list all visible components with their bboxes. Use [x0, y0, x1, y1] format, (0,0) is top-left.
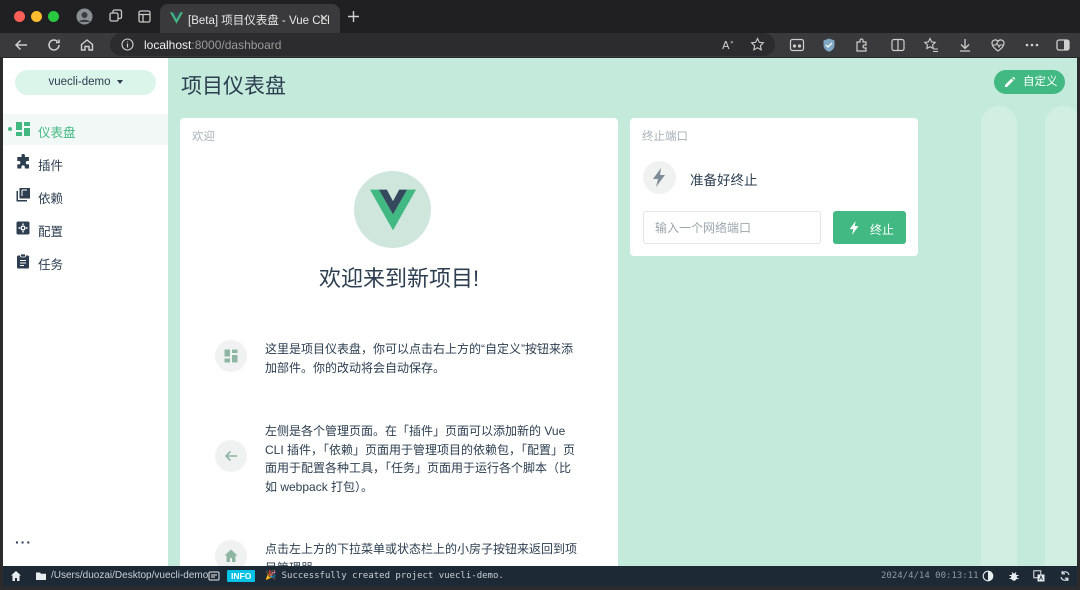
background-stripe [981, 106, 1017, 566]
sidebar-item-tasks[interactable]: 任务 [3, 246, 168, 277]
sidebar-item-dashboard[interactable]: 仪表盘 [3, 114, 168, 145]
sidebar-item-dependencies[interactable]: 依赖 [3, 180, 168, 211]
more-options-icon[interactable] [1023, 36, 1041, 54]
settings-icon [16, 221, 30, 235]
kill-button[interactable]: 终止 [833, 211, 906, 244]
project-select[interactable]: vuecli-demo [15, 70, 156, 95]
read-aloud-icon[interactable]: A» [721, 37, 737, 52]
minimize-window-button[interactable] [31, 11, 42, 22]
zoom-window-button[interactable] [48, 11, 59, 22]
last-log-message[interactable]: 🎉 Successfully created project vuecli-de… [265, 566, 504, 586]
favorite-star-icon[interactable] [750, 37, 765, 52]
vue-favicon-icon [170, 12, 183, 24]
bug-report-icon[interactable] [1008, 570, 1020, 582]
sidebar-item-configuration[interactable]: 配置 [3, 213, 168, 244]
dashboard-icon [224, 349, 238, 363]
tip-text: 左侧是各个管理页面。在「插件」页面可以添加新的 Vue CLI 插件，「依赖」页… [265, 424, 576, 494]
workspaces-icon[interactable] [107, 8, 124, 25]
log-timestamp: 2024/4/14 00:13:11 [881, 571, 979, 581]
widget-title: 终止端口 [642, 131, 688, 143]
caret-down-icon [116, 79, 123, 84]
log-level-badge: INFO [227, 570, 256, 582]
close-window-button[interactable] [14, 11, 25, 22]
console-icon[interactable] [208, 570, 220, 582]
extension-reader-icon[interactable] [788, 36, 806, 54]
sidebar-item-label: 配置 [38, 225, 64, 239]
sidebar-item-label: 任务 [38, 258, 64, 272]
background-stripe [1045, 106, 1077, 566]
kill-button-label: 终止 [870, 223, 895, 237]
extension-shield-icon[interactable] [820, 36, 838, 54]
svg-text:»: » [730, 39, 734, 46]
port-input[interactable] [643, 211, 821, 244]
window-bottom-edge [0, 586, 1080, 590]
performance-heart-icon[interactable] [989, 36, 1007, 54]
dashboard-icon [16, 122, 30, 136]
arrow-left-icon [224, 450, 237, 462]
downloads-icon[interactable] [956, 36, 974, 54]
page-title: 项目仪表盘 [181, 75, 286, 98]
page-header: 项目仪表盘 自定义 [168, 58, 1077, 106]
translate-icon[interactable] [1033, 570, 1045, 582]
tip-text: 这里是项目仪表盘，你可以点击右上方的“自定义”按钮来添加部件。你的改动将会自动保… [265, 342, 573, 375]
back-icon[interactable] [12, 36, 30, 54]
welcome-heading: 欢迎来到新项目! [318, 266, 480, 291]
tip-icon-wrap [215, 340, 247, 372]
vue-logo [354, 171, 431, 248]
url-path: :8000/dashboard [191, 38, 282, 52]
sidebar: vuecli-demo 仪表盘 插件 依赖 配置 任务 ··· [3, 58, 168, 566]
browser-toolbar: localhost:8000/dashboard A» [0, 33, 1080, 57]
address-bar[interactable]: localhost:8000/dashboard A» [110, 33, 775, 56]
tip-text: 点击左上方的下拉菜单或状态栏上的小房子按钮来返回到项目管理器。 [265, 542, 578, 566]
refresh-icon[interactable] [1059, 570, 1071, 582]
tip-icon-wrap [215, 540, 247, 566]
welcome-widget: 欢迎 欢迎来到新项目! 这里是项目仪表盘，你可以点击右上方的“自定义”按钮来添加… [180, 118, 618, 566]
sidebar-item-label: 仪表盘 [38, 126, 76, 140]
vue-ui-app: vuecli-demo 仪表盘 插件 依赖 配置 任务 ··· 项目仪表盘 自定 [3, 58, 1077, 566]
library-icon [16, 188, 30, 202]
pencil-icon [1005, 76, 1016, 87]
home-icon[interactable] [78, 36, 96, 54]
svg-text:A: A [722, 39, 730, 52]
tab-title: [Beta] 项目仪表盘 - Vue CLI [188, 15, 331, 27]
flash-icon [653, 168, 665, 187]
profile-avatar[interactable] [76, 8, 93, 25]
tab-actions-icon[interactable] [136, 8, 153, 25]
info-icon[interactable] [121, 38, 134, 51]
sidebar-toggle-icon[interactable] [1054, 36, 1072, 54]
active-indicator [8, 127, 12, 131]
kill-port-widget: 终止端口 准备好终止 终止 [630, 118, 918, 256]
tip-icon-wrap [215, 440, 247, 472]
home-icon[interactable] [10, 570, 22, 582]
favorites-icon[interactable] [922, 36, 940, 54]
clipboard-icon [17, 253, 29, 269]
project-name: vuecli-demo [48, 76, 111, 88]
project-path[interactable]: /Users/duozai/Desktop/vuecli-demo [51, 566, 208, 586]
home-icon [224, 549, 238, 562]
dark-mode-icon[interactable] [982, 570, 994, 582]
sidebar-item-label: 依赖 [38, 192, 64, 206]
reload-icon[interactable] [45, 36, 63, 54]
browser-titlebar: [Beta] 项目仪表盘 - Vue CLI [0, 0, 1080, 33]
url-host: localhost [144, 38, 192, 52]
sidebar-item-plugins[interactable]: 插件 [3, 147, 168, 178]
folder-icon[interactable] [35, 570, 47, 582]
customize-button[interactable]: 自定义 [994, 70, 1065, 94]
more-menu-button[interactable]: ··· [15, 534, 32, 550]
puzzle-icon [17, 154, 29, 169]
sidebar-item-label: 插件 [38, 159, 64, 173]
kill-status: 准备好终止 [690, 173, 758, 188]
flash-icon [849, 221, 859, 235]
browser-tab-active[interactable]: [Beta] 项目仪表盘 - Vue CLI [160, 4, 340, 33]
flash-icon-wrap [643, 161, 676, 194]
url-text: localhost:8000/dashboard [144, 38, 281, 52]
customize-label: 自定义 [1023, 76, 1058, 88]
tab-close-icon[interactable] [316, 10, 332, 26]
extensions-puzzle-icon[interactable] [853, 36, 871, 54]
new-tab-icon[interactable] [345, 8, 362, 25]
split-screen-icon[interactable] [889, 36, 907, 54]
widget-title: 欢迎 [192, 131, 215, 143]
status-bar: /Users/duozai/Desktop/vuecli-demo INFO 🎉… [3, 566, 1077, 586]
